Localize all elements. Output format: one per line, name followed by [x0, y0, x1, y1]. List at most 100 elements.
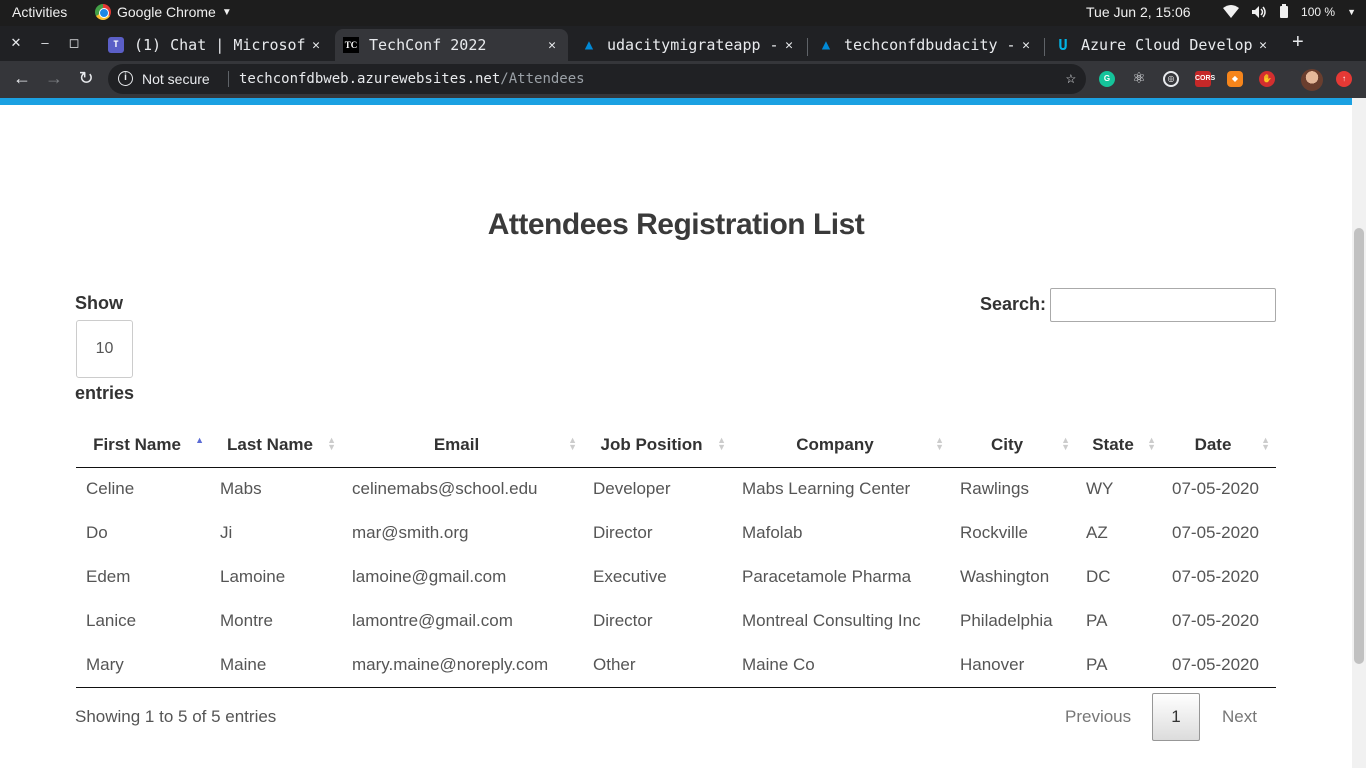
- page-content: Attendees Registration List Show 10 entr…: [0, 105, 1352, 768]
- cell-company: Maine Co: [732, 643, 950, 688]
- tab-techconfdbudacity[interactable]: ▲ techconfdbudacity - Microsoft Azure ✕: [810, 29, 1042, 61]
- close-tab-icon[interactable]: ✕: [779, 38, 799, 53]
- column-header-company[interactable]: Company ▲ ▼: [732, 423, 950, 468]
- window-close-icon[interactable]: ✕: [8, 35, 24, 51]
- table-header-row: First Name ▲ Last Name ▲ ▼ Email ▲ ▼ Job Posi…: [76, 423, 1276, 468]
- metamask-icon[interactable]: ◆: [1227, 71, 1243, 87]
- close-tab-icon[interactable]: ✕: [1253, 38, 1273, 53]
- battery-level: 100 %: [1301, 4, 1336, 19]
- entries-per-page-select[interactable]: 10: [76, 320, 133, 378]
- search-label: Search:: [980, 294, 1047, 314]
- tab-azure-cloud-developer[interactable]: U Azure Cloud Developer ✕: [1047, 29, 1279, 61]
- bookmark-star-icon[interactable]: ☆: [1066, 68, 1076, 88]
- info-icon[interactable]: i: [118, 71, 133, 86]
- cell-city: Philadelphia: [960, 611, 1053, 630]
- close-tab-icon[interactable]: ✕: [542, 38, 562, 53]
- page-title: Attendees Registration List: [487, 208, 865, 241]
- scrollbar-thumb[interactable]: [1354, 228, 1364, 664]
- cell-date: 07-05-2020: [1172, 523, 1259, 542]
- table-row: Celine Mabs celinemabs@school.edu Develo…: [76, 467, 1276, 511]
- azure-icon: ▲: [821, 37, 831, 53]
- show-label: Show: [75, 293, 123, 313]
- cell-state: AZ: [1086, 523, 1108, 542]
- column-header-email[interactable]: Email ▲ ▼: [342, 423, 583, 468]
- table-row: Do Ji mar@smith.org Director Mafolab Roc…: [76, 511, 1276, 555]
- teams-icon: T: [108, 37, 124, 53]
- page-scrollbar[interactable]: [1352, 98, 1366, 768]
- clock[interactable]: Tue Jun 2, 15:06: [1086, 4, 1191, 20]
- previous-page-button[interactable]: Previous: [1065, 707, 1131, 727]
- url-text[interactable]: techconfdbweb.azurewebsites.net/Attendee…: [239, 71, 585, 87]
- entries-label: entries: [75, 383, 135, 403]
- update-icon[interactable]: ↑: [1336, 71, 1352, 87]
- cell-date: 07-05-2020: [1172, 479, 1259, 499]
- chrome-icon: [95, 4, 111, 20]
- cell-first-name: Edem: [86, 567, 131, 586]
- attendees-table: First Name ▲ Last Name ▲ ▼ Email ▲ ▼ Job Posi…: [76, 423, 1276, 688]
- column-header-city[interactable]: City ▲ ▼: [950, 423, 1076, 468]
- cors-icon[interactable]: CORS: [1195, 71, 1215, 87]
- table-row: Edem Lamoine lamoine@gmail.com Executive…: [76, 555, 1276, 599]
- column-header-job-position[interactable]: Job Position ▲ ▼: [583, 423, 732, 468]
- reload-icon[interactable]: ↻: [76, 68, 96, 89]
- cell-first-name: Mary: [76, 643, 210, 688]
- close-tab-icon[interactable]: ✕: [1016, 38, 1036, 53]
- tab-separator: [1044, 38, 1045, 56]
- cell-company: Montreal Consulting Inc: [742, 611, 921, 630]
- activities-button[interactable]: Activities: [12, 4, 67, 20]
- column-header-state[interactable]: State ▲ ▼: [1076, 423, 1162, 468]
- tab-techconf[interactable]: TC TechConf 2022 ✕: [335, 29, 568, 61]
- cell-state: PA: [1086, 611, 1108, 630]
- app-menu[interactable]: Google Chrome ▼: [95, 4, 232, 20]
- back-icon[interactable]: ←: [12, 68, 32, 89]
- window-maximize-icon[interactable]: ◻: [66, 35, 82, 51]
- close-tab-icon[interactable]: ✕: [306, 38, 326, 53]
- cell-email: lamontre@gmail.com: [352, 611, 513, 630]
- system-tray[interactable]: 100 % ▼: [1223, 4, 1356, 19]
- address-divider: [228, 71, 229, 87]
- caret-down-icon: ▼: [221, 6, 232, 18]
- sort-icon: ▲ ▼: [935, 435, 944, 452]
- tab-title: (1) Chat | Microsoft Teams: [134, 36, 306, 54]
- search-input[interactable]: [1050, 288, 1276, 322]
- column-header-date[interactable]: Date ▲ ▼: [1162, 423, 1276, 468]
- react-devtools-icon[interactable]: ⚛: [1131, 71, 1147, 87]
- cell-state: DC: [1086, 567, 1111, 586]
- next-page-button[interactable]: Next: [1222, 707, 1257, 727]
- address-bar[interactable]: i Not secure techconfdbweb.azurewebsites…: [108, 64, 1086, 94]
- cell-date: 07-05-2020: [1162, 643, 1276, 688]
- adblock-icon[interactable]: ✋: [1259, 71, 1275, 87]
- tab-teams-chat[interactable]: T (1) Chat | Microsoft Teams ✕: [100, 29, 332, 61]
- tab-udacitymigrateapp[interactable]: ▲ udacitymigrateapp - Microsoft Azure ✕: [573, 29, 805, 61]
- target-icon[interactable]: ◎: [1163, 71, 1179, 87]
- cell-job-position: Developer: [593, 479, 671, 499]
- cell-last-name: Ji: [220, 523, 233, 542]
- tab-title: udacitymigrateapp - Microsoft Azure: [607, 36, 779, 54]
- profile-avatar[interactable]: [1301, 69, 1323, 91]
- grammarly-icon[interactable]: G: [1099, 71, 1115, 87]
- sort-icon: ▲ ▼: [568, 435, 577, 452]
- new-tab-icon[interactable]: +: [1292, 31, 1304, 54]
- column-header-last-name[interactable]: Last Name ▲ ▼: [210, 423, 342, 468]
- security-status[interactable]: Not secure: [142, 71, 210, 87]
- tab-separator: [807, 38, 808, 56]
- cell-first-name: Lanice: [86, 611, 137, 630]
- cell-first-name: Celine: [86, 479, 135, 499]
- url-path: /Attendees: [500, 71, 585, 87]
- header-accent-bar: [0, 98, 1352, 105]
- battery-icon: [1280, 4, 1289, 18]
- udacity-icon: U: [1058, 36, 1068, 54]
- window-minimize-icon[interactable]: –: [37, 35, 53, 50]
- cell-first-name: Do: [86, 523, 108, 542]
- table-row: Mary Maine mary.maine@noreply.com Other …: [76, 643, 1276, 688]
- cell-city: Rockville: [960, 523, 1029, 542]
- cell-state: PA: [1076, 643, 1162, 688]
- cell-email: mary.maine@noreply.com: [342, 643, 583, 688]
- caret-down-icon: ▼: [1347, 6, 1356, 17]
- forward-icon[interactable]: →: [44, 68, 64, 89]
- page-1-button[interactable]: 1: [1152, 693, 1200, 741]
- cell-job-position: Director: [593, 611, 653, 630]
- column-header-first-name[interactable]: First Name ▲: [76, 423, 210, 468]
- cell-last-name: Montre: [220, 611, 273, 630]
- sort-icon: ▲ ▼: [1261, 435, 1270, 452]
